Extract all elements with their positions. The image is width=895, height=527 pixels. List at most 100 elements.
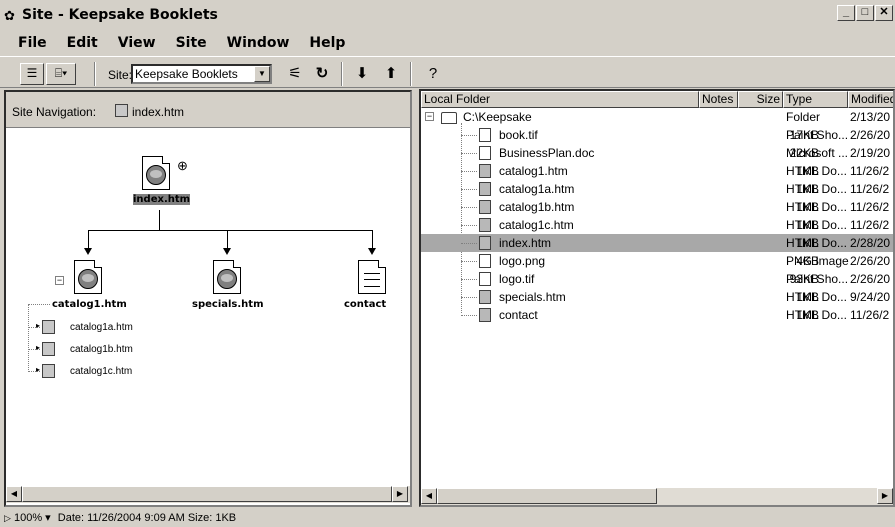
menu-view[interactable]: View xyxy=(118,35,156,51)
file-type: PNG Image xyxy=(786,254,849,268)
html-file-icon xyxy=(479,308,491,322)
menu-site[interactable]: Site xyxy=(176,35,207,51)
column-header-size[interactable]: Size xyxy=(738,91,783,108)
file-row[interactable]: BusinessPlan.doc 22KB Microsoft ... 2/19/20 xyxy=(421,144,893,162)
toolbar: ☰ ⌸▾ Site: Keepsake Booklets ▼ ⚟ ↻ ⬇ ⬆ ? xyxy=(0,56,895,88)
file-modified: 11/26/2 xyxy=(850,200,890,214)
file-type: Paint Sho... xyxy=(786,272,849,286)
image-file-icon xyxy=(479,254,491,268)
scroll-left-icon[interactable]: ◀ xyxy=(421,488,437,504)
file-row[interactable]: contact 1KB HTML Do... 11/26/2 xyxy=(421,306,893,324)
document-icon[interactable] xyxy=(358,260,386,294)
file-row[interactable]: book.tif 17KB Paint Sho... 2/26/20 xyxy=(421,126,893,144)
html-file-icon[interactable] xyxy=(74,260,102,294)
scroll-left-icon[interactable]: ◀ xyxy=(6,486,22,502)
file-modified: 9/24/20 xyxy=(850,290,891,304)
window-controls: _ □ ✕ xyxy=(836,5,893,21)
refresh-icon[interactable]: ↻ xyxy=(312,63,332,85)
file-name: specials.htm xyxy=(499,290,566,304)
tree-line xyxy=(461,189,477,190)
arrow-down-icon xyxy=(223,248,231,255)
menu-window[interactable]: Window xyxy=(227,35,290,51)
file-icon xyxy=(479,146,491,160)
site-nav-header: Site Navigation: index.htm xyxy=(6,92,410,128)
connector-line xyxy=(159,210,160,230)
link-point-icon[interactable]: ⊕ xyxy=(177,158,188,174)
scroll-thumb[interactable] xyxy=(22,486,392,502)
close-button[interactable]: ✕ xyxy=(875,5,893,21)
status-bar: ▷ 100% ▾ Date: 11/26/2004 9:09 AM Size: … xyxy=(0,509,895,527)
file-row[interactable]: catalog1b.htm 1KB HTML Do... 11/26/2 xyxy=(421,198,893,216)
menu-help[interactable]: Help xyxy=(309,35,345,51)
arrow-right-icon: ▷ xyxy=(4,513,11,523)
file-modified: 2/19/20 xyxy=(850,146,891,160)
file-type: Paint Sho... xyxy=(786,128,849,142)
collapse-icon[interactable]: − xyxy=(425,112,434,121)
site-map-child[interactable]: specials.htm xyxy=(192,299,264,310)
get-icon[interactable]: ⬇ xyxy=(352,63,372,85)
tree-line xyxy=(461,171,477,172)
toolbar-separator xyxy=(341,62,343,86)
maximize-button[interactable]: □ xyxy=(856,5,874,21)
menu-file[interactable]: File xyxy=(18,35,47,51)
scroll-right-icon[interactable]: ▶ xyxy=(392,486,408,502)
site-map-child[interactable]: catalog1.htm xyxy=(52,299,127,310)
file-modified: 2/26/20 xyxy=(850,128,891,142)
window-title: Site - Keepsake Booklets xyxy=(22,7,218,23)
connect-icon[interactable]: ⚟ xyxy=(285,63,305,85)
column-header-notes[interactable]: Notes xyxy=(699,91,738,108)
file-type: Microsoft ... xyxy=(786,146,849,160)
arrow-right-icon: ▸ xyxy=(36,343,41,352)
toolbar-separator xyxy=(94,62,96,86)
minimize-button[interactable]: _ xyxy=(837,5,855,21)
menu-edit[interactable]: Edit xyxy=(67,35,98,51)
column-header-type[interactable]: Type xyxy=(783,91,848,108)
arrow-down-icon xyxy=(84,248,92,255)
file-name: index.htm xyxy=(499,236,552,250)
file-row[interactable]: catalog1c.htm 1KB HTML Do... 11/26/2 xyxy=(421,216,893,234)
file-type: HTML Do... xyxy=(786,164,847,178)
column-header-modified[interactable]: Modified xyxy=(848,91,893,108)
html-file-icon[interactable] xyxy=(213,260,241,294)
file-row[interactable]: logo.tif 93KB Paint Sho... 2/26/20 xyxy=(421,270,893,288)
site-nav-file: index.htm xyxy=(132,105,185,119)
file-name: catalog1.htm xyxy=(499,164,568,178)
arrow-right-icon: ▸ xyxy=(36,365,41,374)
files-view-icon[interactable]: ☰ xyxy=(20,63,44,85)
site-map-child[interactable]: contact xyxy=(344,299,386,310)
file-type: HTML Do... xyxy=(786,308,847,322)
horizontal-scrollbar[interactable]: ◀ ▶ xyxy=(6,486,410,503)
file-modified: 11/26/2 xyxy=(850,164,890,178)
tree-line xyxy=(461,315,477,316)
collapse-icon[interactable]: − xyxy=(55,276,64,285)
site-map-icon[interactable]: ⌸▾ xyxy=(46,63,76,85)
file-name: book.tif xyxy=(499,128,538,142)
horizontal-scrollbar[interactable]: ◀ ▶ xyxy=(421,488,893,505)
connector-line xyxy=(227,230,228,248)
help-icon[interactable]: ? xyxy=(423,63,443,85)
file-row[interactable]: specials.htm 1KB HTML Do... 9/24/20 xyxy=(421,288,893,306)
file-icon xyxy=(479,128,491,142)
scroll-thumb[interactable] xyxy=(437,488,657,504)
file-row[interactable]: index.htm 1KB HTML Do... 2/28/20 xyxy=(421,234,893,252)
file-name: catalog1b.htm xyxy=(499,200,575,214)
file-row[interactable]: logo.png 4KB PNG Image 2/26/20 xyxy=(421,252,893,270)
menu-bar: File Edit View Site Window Help xyxy=(0,30,895,56)
site-map-root[interactable]: index.htm xyxy=(133,194,191,205)
put-icon[interactable]: ⬆ xyxy=(381,63,401,85)
file-row-root[interactable]: − C:\Keepsake Folder 2/13/20 xyxy=(421,108,893,126)
file-row[interactable]: catalog1.htm 1KB HTML Do... 11/26/2 xyxy=(421,162,893,180)
file-type: HTML Do... xyxy=(786,200,847,214)
column-header-local-folder[interactable]: Local Folder xyxy=(421,91,699,108)
site-dropdown[interactable]: Keepsake Booklets ▼ xyxy=(131,64,272,84)
tree-line xyxy=(461,261,477,262)
file-icon xyxy=(479,272,491,286)
file-name: BusinessPlan.doc xyxy=(499,146,595,160)
scroll-right-icon[interactable]: ▶ xyxy=(877,488,893,504)
file-row[interactable]: catalog1a.htm 1KB HTML Do... 11/26/2 xyxy=(421,180,893,198)
html-file-icon[interactable] xyxy=(142,156,170,190)
toolbar-separator xyxy=(410,62,412,86)
file-type: HTML Do... xyxy=(786,290,847,304)
chevron-down-icon[interactable]: ▼ xyxy=(254,66,270,82)
zoom-dropdown[interactable]: 100% ▾ xyxy=(14,512,51,524)
